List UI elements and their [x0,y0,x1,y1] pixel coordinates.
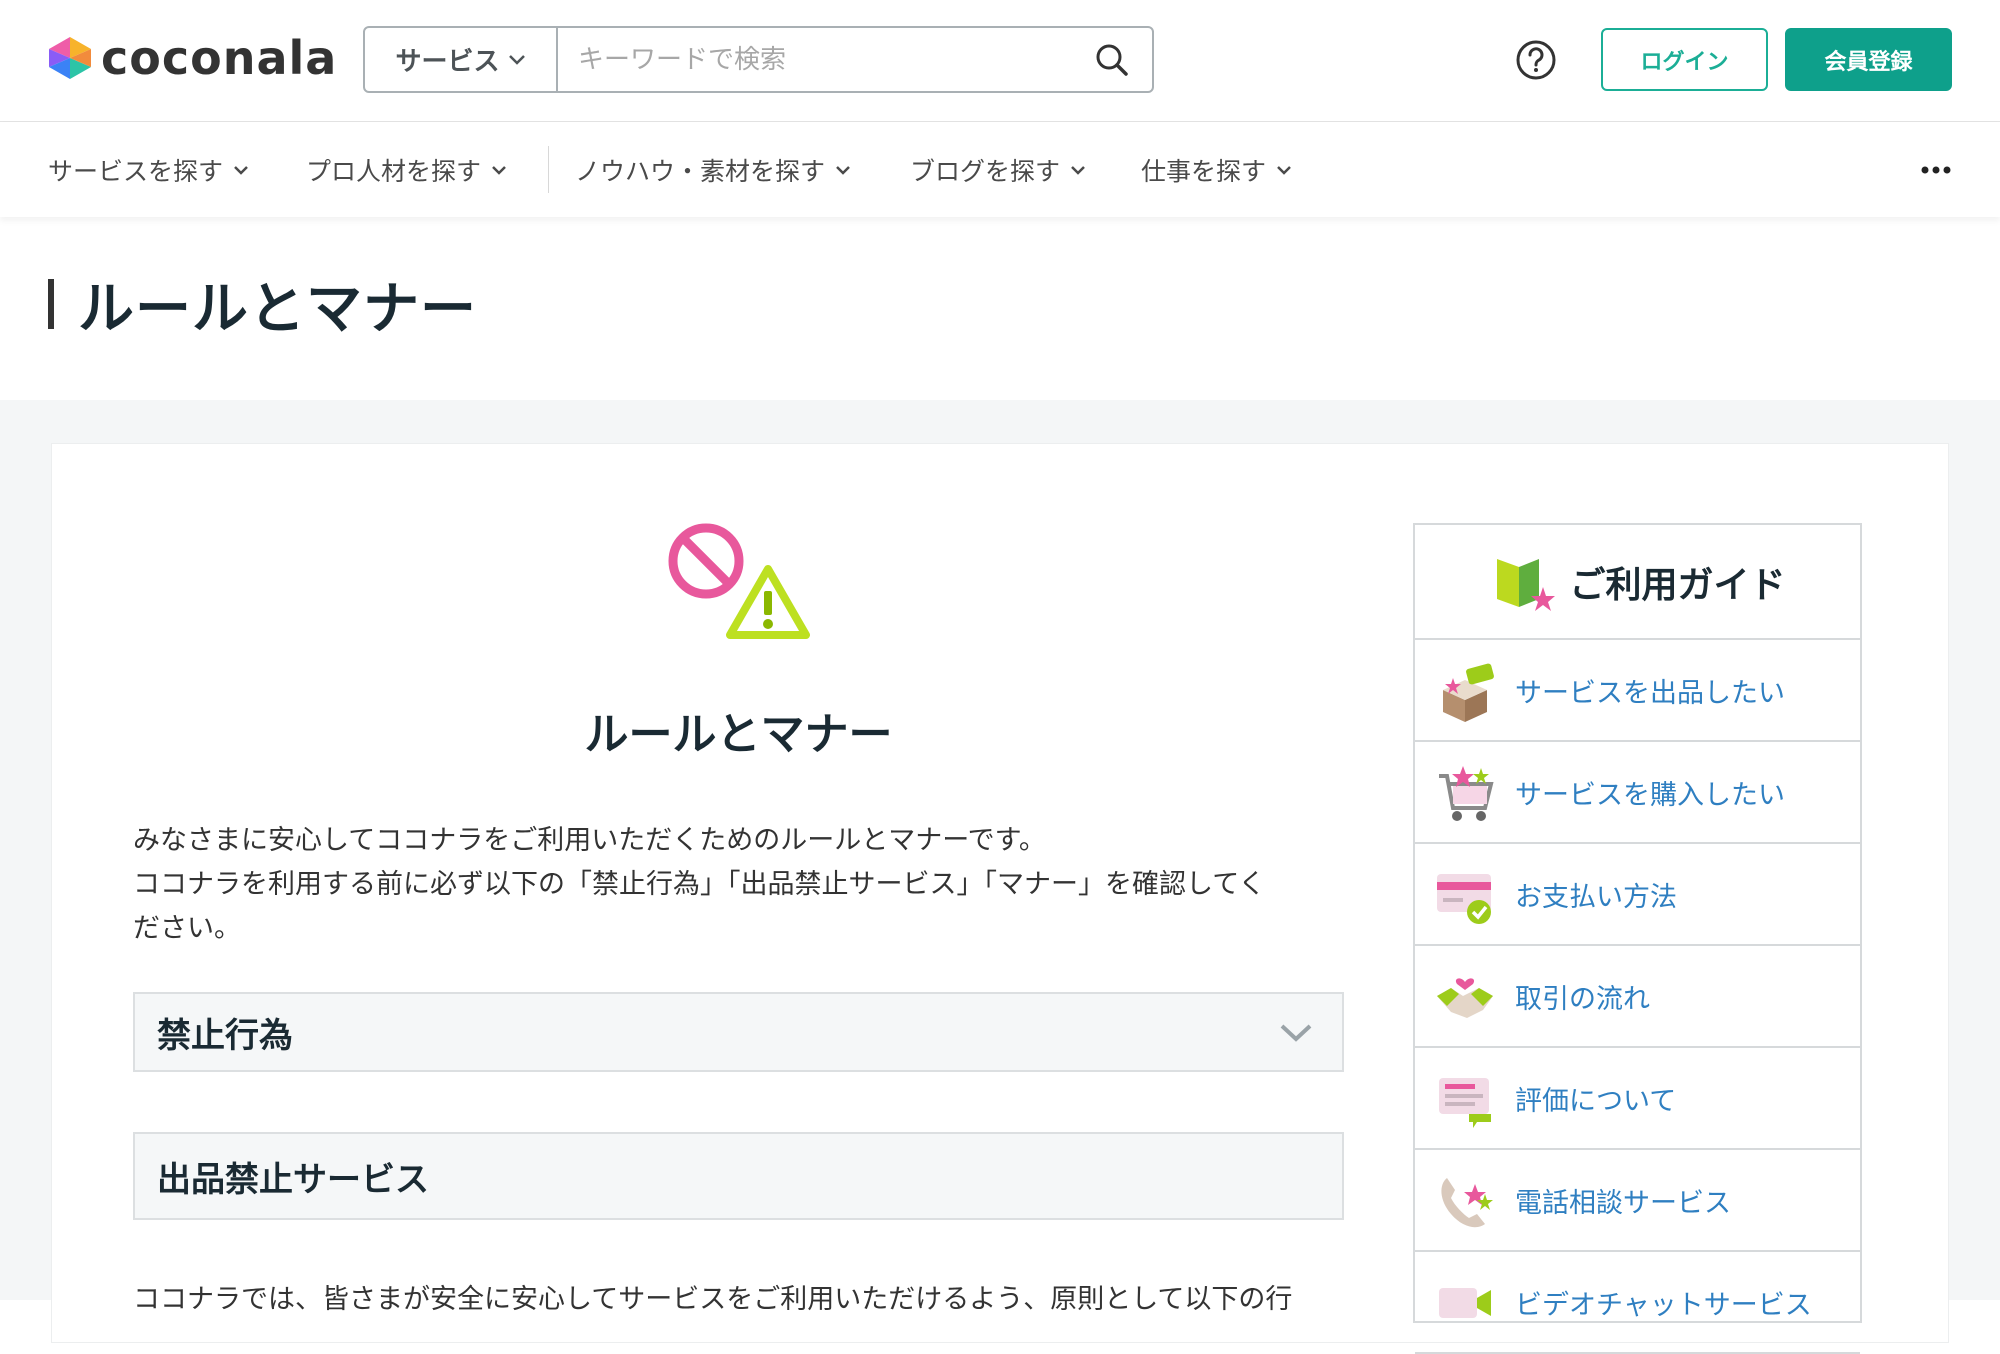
guide-item-payment[interactable]: お支払い方法 [1415,844,1860,946]
login-button[interactable]: ログイン [1601,28,1768,91]
accordion-title: 禁止行為 [157,1015,293,1056]
nav-item-label: サービスを探す [48,156,224,186]
prohibited-warning-icon [668,523,810,639]
logo-mark-icon [49,37,91,79]
search-category-select[interactable]: サービス [365,28,558,91]
intro-line: みなさまに安心してココナラをご利用いただくためのルールとマナーです。 [133,825,1046,856]
chevron-down-icon [1277,165,1291,175]
handshake-icon [1437,978,1493,1018]
accordion-prohibited-acts[interactable]: 禁止行為 [133,992,1344,1072]
guide-item-reviews[interactable]: 評価について [1415,1048,1860,1150]
guide-item-label: サービスを出品したい [1515,677,1785,709]
page-title: ルールとマナー [78,276,477,342]
body-text: ココナラでは、皆さまが安全に安心してサービスをご利用いただけるよう、原則として以… [133,1284,1293,1315]
guide-item-label: 評価について [1515,1085,1677,1117]
guide-item-label: 取引の流れ [1515,983,1650,1015]
nav-item-label: ブログを探す [910,156,1061,186]
guide-title: ご利用ガイド [1569,564,1786,606]
chevron-down-icon [234,165,248,175]
guide-item-phone-consult[interactable]: 電話相談サービス [1415,1150,1860,1252]
search-icon [1096,44,1128,76]
chevron-down-icon [492,165,506,175]
credit-card-icon [1437,874,1491,924]
guide-item-label: 電話相談サービス [1515,1187,1731,1219]
guide-item-video-chat[interactable]: ビデオチャットサービス [1415,1252,1860,1354]
nav-item-label: プロ人材を探す [306,156,482,186]
nav-item-find-pros[interactable]: プロ人材を探す [306,122,507,217]
nav-item-find-services[interactable]: サービスを探す [48,122,249,217]
phone-icon [1441,1178,1493,1228]
category-nav: サービスを探す プロ人材を探す ノウハウ・素材を探す ブログを探す 仕事を探す [0,122,2000,217]
nav-item-label: 仕事を探す [1141,156,1267,186]
beginner-mark-icon [1497,558,1556,611]
logo-text: coconala [101,31,338,85]
site-header: coconala サービス ログイン 会員登録 [0,0,2000,122]
guide-item-buy-service[interactable]: サービスを購入したい [1415,742,1860,844]
review-card-icon [1439,1078,1491,1128]
nav-item-find-knowhow[interactable]: ノウハウ・素材を探す [575,122,851,217]
chevron-down-icon [836,165,850,175]
guide-item-sell-service[interactable]: サービスを出品したい [1415,640,1860,742]
open-box-icon [1443,663,1494,722]
guide-item-label: サービスを購入したい [1515,779,1785,811]
chevron-down-icon [508,54,525,65]
nav-divider [548,146,549,193]
intro-line: ココナラを利用する前に必ず以下の「禁止行為」「出品禁止サービス」「マナー」を確認… [133,869,1266,900]
register-button[interactable]: 会員登録 [1785,28,1952,91]
nav-item-find-jobs[interactable]: 仕事を探す [1141,122,1292,217]
accordion-prohibited-services[interactable]: 出品禁止サービス [133,1132,1344,1220]
search-bar: サービス [363,26,1154,93]
title-accent-bar [48,279,54,329]
nav-item-label: ノウハウ・素材を探す [575,156,826,186]
search-category-label: サービス [395,47,500,77]
guide-item-label: ビデオチャットサービス [1515,1289,1812,1321]
intro-line: ださい。 [133,913,241,944]
guide-item-label: お支払い方法 [1515,881,1677,913]
chevron-down-icon [1071,165,1085,175]
search-button[interactable] [1072,28,1152,91]
video-icon [1439,1288,1491,1318]
page-title-block: ルールとマナー [48,274,477,342]
accordion-title: 出品禁止サービス [157,1159,429,1200]
coconala-logo[interactable]: coconala [47,31,338,85]
usage-guide-panel: ご利用ガイド サービスを出品したい サービスを購入したい お支払い方法 取引の流… [1413,523,1862,1354]
shopping-cart-icon [1439,766,1494,821]
nav-item-find-blogs[interactable]: ブログを探す [910,122,1086,217]
section-hero-title: ルールとマナー [584,709,893,760]
guide-item-transaction-flow[interactable]: 取引の流れ [1415,946,1860,1048]
search-input[interactable] [558,28,1072,91]
intro-text: みなさまに安心してココナラをご利用いただくためのルールとマナーです。 ココナラを… [133,819,1344,951]
more-horizontal-icon [1921,166,1951,174]
guide-header: ご利用ガイド [1415,525,1860,640]
chevron-down-icon [1280,1024,1312,1042]
question-circle-icon[interactable] [1515,39,1557,81]
more-menu-button[interactable] [1914,152,1958,188]
